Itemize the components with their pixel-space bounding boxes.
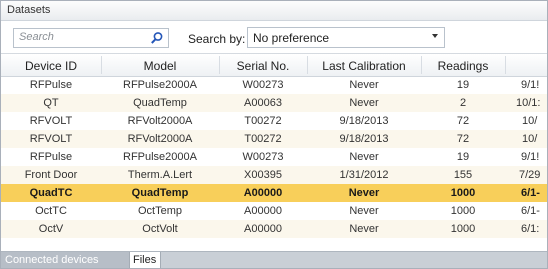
- chevron-down-icon: [432, 34, 438, 38]
- cell-device-id: RFPulse: [29, 151, 73, 163]
- cell-serial: A00000: [244, 223, 282, 235]
- cell-model: OctTemp: [137, 205, 182, 217]
- cell-model: RFVolt2000A: [127, 133, 193, 145]
- cell-device-id: RFVOLT: [29, 133, 73, 145]
- cell-model: QuadTemp: [133, 97, 187, 109]
- cell-readings: 72: [456, 133, 470, 145]
- table-row[interactable]: Front Door Therm.A.Lert X00395 1/31/2012…: [1, 166, 547, 184]
- cell-readings: 2: [459, 97, 467, 109]
- cell-last-calibration: Never: [349, 205, 379, 217]
- table-row-selected[interactable]: QuadTC QuadTemp A00000 Never 1000 6/1-: [1, 184, 547, 202]
- search-by-label: Search by:: [188, 32, 246, 46]
- cell-last-calibration: Never: [349, 223, 379, 235]
- cell-extra: 10/: [522, 115, 538, 127]
- table-row[interactable]: OctTC OctTemp A00000 Never 1000 6/1-: [1, 202, 547, 220]
- cell-last-calibration: 9/18/2013: [339, 133, 389, 145]
- cell-last-calibration: Never: [349, 97, 379, 109]
- tab-files[interactable]: Files: [129, 252, 161, 268]
- cell-readings: 1000: [450, 187, 476, 199]
- cell-readings: 155: [453, 169, 473, 181]
- panel-title: Datasets: [7, 4, 51, 16]
- cell-device-id: OctV: [38, 223, 64, 235]
- cell-device-id: RFVOLT: [29, 115, 73, 127]
- cell-serial: A00063: [244, 97, 282, 109]
- cell-device-id: RFPulse: [29, 79, 73, 91]
- search-icon[interactable]: [150, 31, 164, 45]
- cell-last-calibration: 9/18/2013: [339, 115, 389, 127]
- cell-extra: 7/29: [519, 169, 541, 181]
- cell-last-calibration: Never: [349, 151, 379, 163]
- cell-readings: 1000: [450, 223, 476, 235]
- cell-extra: 9/1!: [521, 151, 540, 163]
- table-row[interactable]: OctV OctVolt A00000 Never 1000 6/1:: [1, 220, 547, 238]
- cell-readings: 19: [456, 151, 470, 163]
- column-header-readings[interactable]: Readings: [421, 59, 505, 73]
- cell-model: OctVolt: [142, 223, 178, 235]
- cell-last-calibration: 1/31/2012: [339, 169, 389, 181]
- cell-readings: 1000: [450, 205, 476, 217]
- cell-last-calibration: Never: [349, 79, 379, 91]
- cell-serial: T00272: [244, 133, 282, 145]
- tab-connected-devices[interactable]: Connected devices: [1, 252, 129, 268]
- cell-extra: 6/1-: [521, 187, 540, 199]
- table-header: Device ID Model Serial No. Last Calibrat…: [1, 53, 547, 77]
- column-divider[interactable]: [505, 56, 506, 74]
- panel-titlebar: Datasets: [1, 1, 547, 21]
- cell-serial: W00273: [242, 151, 284, 163]
- search-by-dropdown[interactable]: No preference: [247, 27, 445, 48]
- cell-last-calibration: Never: [348, 187, 380, 199]
- cell-readings: 19: [456, 79, 470, 91]
- cell-device-id: QuadTC: [29, 187, 73, 199]
- cell-extra: 10/1:: [516, 97, 541, 109]
- cell-serial: X00395: [244, 169, 282, 181]
- toolbar: Search Search by: No preference: [1, 21, 547, 51]
- table-row[interactable]: RFVOLT RFVolt2000A T00272 9/18/2013 72 1…: [1, 130, 547, 148]
- cell-readings: 72: [456, 115, 470, 127]
- cell-serial: A00000: [244, 205, 282, 217]
- cell-serial: W00273: [242, 79, 284, 91]
- table-row[interactable]: QT QuadTemp A00063 Never 2 10/1:: [1, 94, 547, 112]
- search-placeholder: Search: [19, 31, 54, 43]
- cell-model: RFPulse2000A: [123, 151, 197, 163]
- column-header-serial[interactable]: Serial No.: [219, 59, 307, 73]
- cell-extra: 9/1!: [521, 79, 540, 91]
- cell-model: RFPulse2000A: [123, 79, 197, 91]
- cell-extra: 6/1-: [521, 205, 540, 217]
- cell-device-id: Front Door: [24, 169, 78, 181]
- tab-label: Connected devices: [5, 254, 99, 266]
- cell-model: QuadTemp: [131, 187, 189, 199]
- cell-serial: A00000: [243, 187, 283, 199]
- table-row[interactable]: RFVOLT RFVolt2000A T00272 9/18/2013 72 1…: [1, 112, 547, 130]
- column-header-model[interactable]: Model: [101, 59, 219, 73]
- column-header-device-id[interactable]: Device ID: [1, 59, 101, 73]
- cell-model: Therm.A.Lert: [127, 169, 193, 181]
- cell-extra: 6/1:: [521, 223, 540, 235]
- table-row[interactable]: RFPulse RFPulse2000A W00273 Never 19 9/1…: [1, 76, 547, 94]
- bottom-tab-bar: Connected devices Files: [1, 251, 547, 268]
- table-row[interactable]: RFPulse RFPulse2000A W00273 Never 19 9/1…: [1, 148, 547, 166]
- cell-serial: T00272: [244, 115, 282, 127]
- tab-label: Files: [133, 254, 157, 266]
- cell-model: RFVolt2000A: [127, 115, 193, 127]
- column-header-last-calibration[interactable]: Last Calibration: [307, 59, 421, 73]
- search-by-value: No preference: [253, 31, 330, 45]
- cell-device-id: QT: [43, 97, 59, 109]
- cell-extra: 10/: [522, 133, 538, 145]
- search-input[interactable]: Search: [13, 28, 169, 48]
- datasets-grid: Device ID Model Serial No. Last Calibrat…: [1, 53, 547, 253]
- datasets-panel: Datasets Search Search by: No preference…: [0, 0, 548, 269]
- cell-device-id: OctTC: [35, 205, 67, 217]
